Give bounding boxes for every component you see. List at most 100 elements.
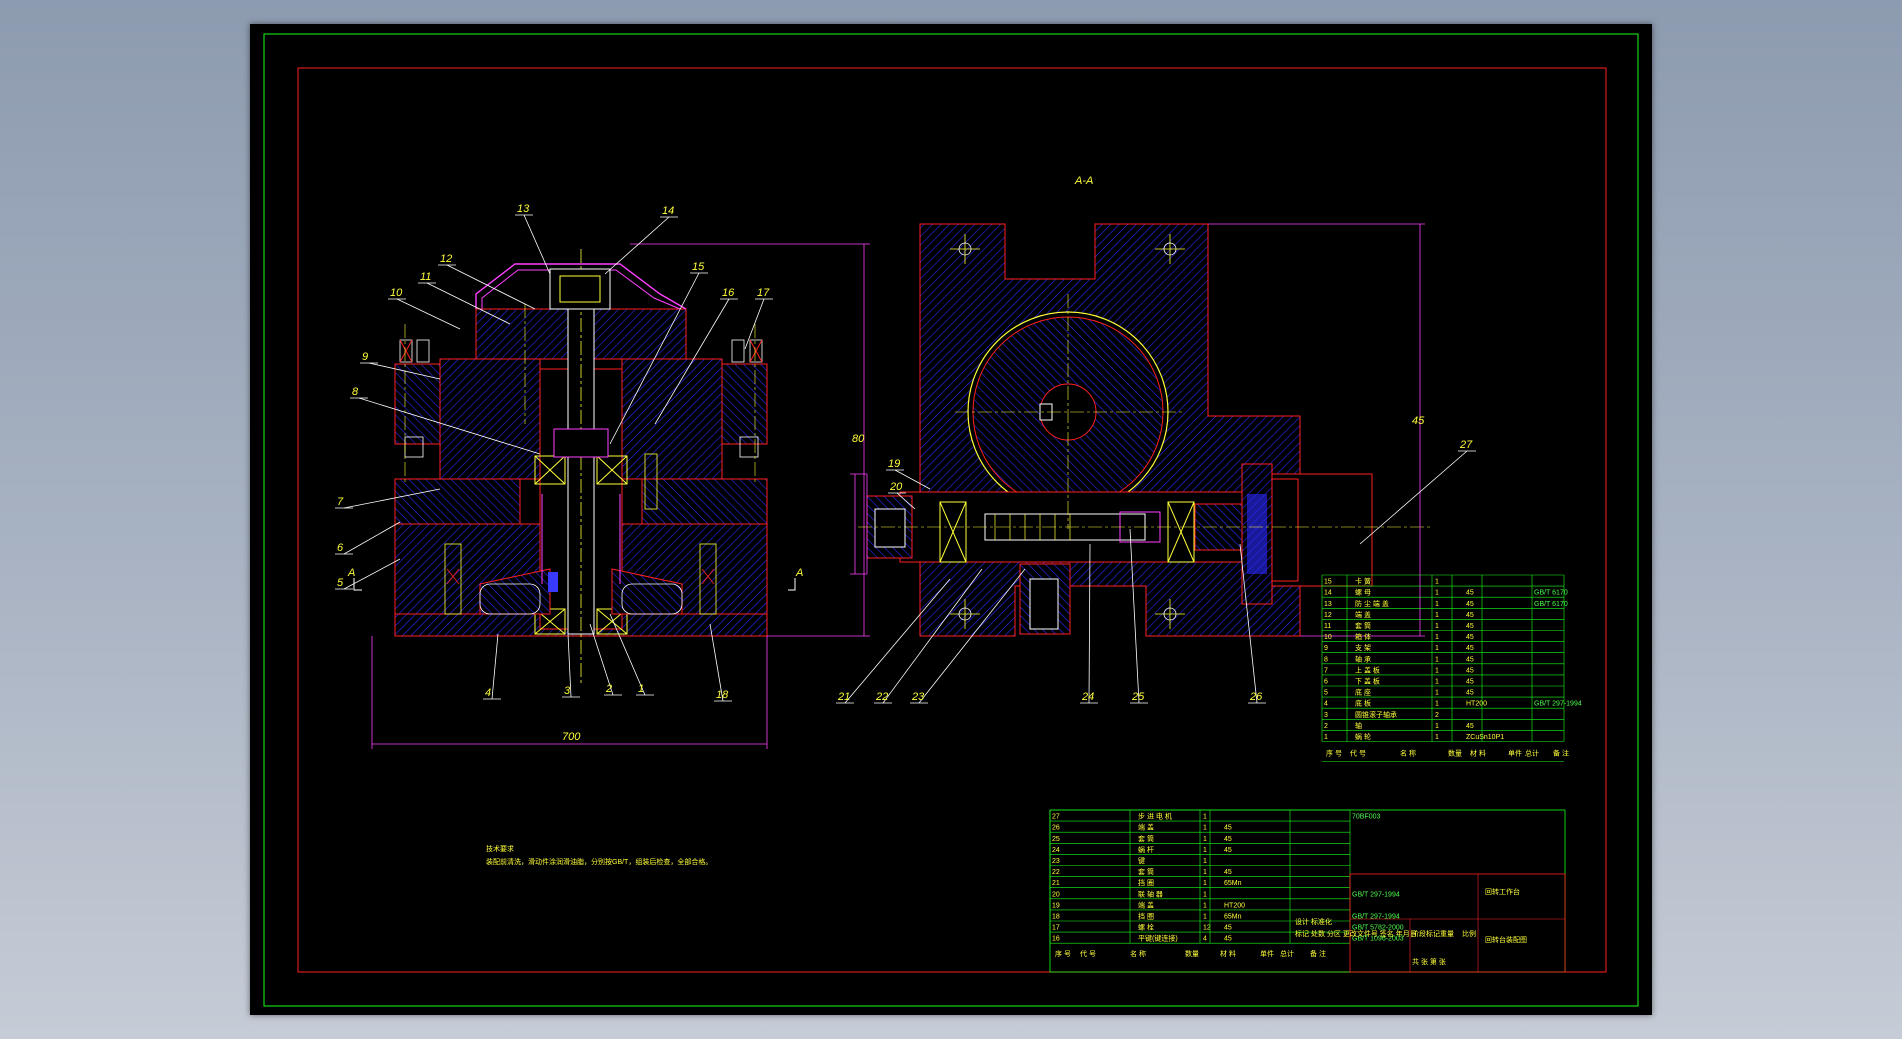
bom-upper-cell: 45 bbox=[1466, 679, 1474, 686]
bom-lower-cell: 19 bbox=[1052, 902, 1060, 909]
bom-lower-cell: 1 bbox=[1203, 891, 1207, 898]
bom-lower-cell: 步 进 电 机 bbox=[1138, 812, 1172, 821]
bom-lower-cell: 45 bbox=[1224, 925, 1232, 932]
bom-lower-cell: 端 盖 bbox=[1138, 900, 1154, 909]
bom-upper-header: 总计 bbox=[1525, 749, 1539, 758]
bom-upper-cell: 防 尘 端 盖 bbox=[1355, 599, 1389, 608]
right-part-label-27: 27 bbox=[1459, 439, 1473, 451]
bom-lower-cell: 套 筒 bbox=[1138, 834, 1154, 843]
bom-upper-cell: 2 bbox=[1324, 723, 1328, 730]
bom-upper-header: 序 号 bbox=[1326, 749, 1342, 758]
left-leader-13 bbox=[523, 214, 551, 275]
bom-lower-header: 备 注 bbox=[1310, 949, 1326, 958]
bom-lower-cell: 70BF003 bbox=[1352, 814, 1381, 821]
left-part-label-14: 14 bbox=[662, 205, 674, 217]
bom-lower-cell: 45 bbox=[1224, 825, 1232, 832]
bom-upper-cell: 1 bbox=[1435, 612, 1439, 619]
right-leader-21 bbox=[844, 578, 951, 704]
bom-lower-cell: 1 bbox=[1203, 880, 1207, 887]
bom-lower-cell: 16 bbox=[1052, 936, 1060, 943]
dim-height-left: 80 bbox=[852, 433, 865, 445]
left-part-label-12: 12 bbox=[440, 253, 452, 265]
bom-lower-cell: 65Mn bbox=[1224, 914, 1242, 921]
notes-title: 技术要求 bbox=[486, 844, 514, 853]
section-mark-right: A bbox=[795, 567, 803, 579]
bom-lower-cell: 蜗 杆 bbox=[1138, 845, 1154, 854]
left-leader-4 bbox=[491, 633, 499, 700]
left-part-label-4: 4 bbox=[485, 687, 491, 699]
title-block-text: 重量 bbox=[1440, 930, 1454, 938]
bom-lower-cell: 22 bbox=[1052, 869, 1060, 876]
bom-upper-cell: 蜗 轮 bbox=[1355, 732, 1371, 741]
bom-upper-cell: 1 bbox=[1435, 601, 1439, 608]
bom-lower-cell: 1 bbox=[1203, 902, 1207, 909]
bill-of-materials: 15 卡 簧 114 螺 母 1 45 GB/T 617013 防 尘 端 盖 1 45 GB/T … bbox=[1049, 574, 1582, 973]
bom-lower-cell: 21 bbox=[1052, 880, 1060, 887]
bom-lower-cell: 端 盖 bbox=[1138, 823, 1154, 832]
bom-lower-cell: GB/T 297-1994 bbox=[1352, 891, 1400, 898]
bom-lower-header: 单件 bbox=[1260, 949, 1274, 958]
bom-upper-cell: HT200 bbox=[1466, 701, 1487, 708]
bom-lower-cell: 联 轴 器 bbox=[1138, 889, 1163, 898]
bom-upper-cell: 1 bbox=[1435, 645, 1439, 652]
left-leader-6 bbox=[343, 521, 401, 555]
bom-lower-cell: 1 bbox=[1203, 914, 1207, 921]
bom-upper-cell: 11 bbox=[1324, 623, 1331, 630]
bom-upper-cell: GB/T 6170 bbox=[1534, 590, 1568, 597]
bom-upper-cell: 45 bbox=[1466, 601, 1474, 608]
bom-upper-cell: 圆锥滚子轴承 bbox=[1355, 710, 1397, 719]
right-part-label-20: 20 bbox=[889, 481, 903, 493]
bom-upper-cell: 45 bbox=[1466, 690, 1474, 697]
left-part-label-10: 10 bbox=[390, 287, 403, 299]
left-part-label-8: 8 bbox=[352, 386, 359, 398]
left-part-label-2: 2 bbox=[605, 683, 612, 695]
bom-upper-cell: 底 座 bbox=[1355, 688, 1371, 697]
bom-lower-cell: 27 bbox=[1052, 814, 1060, 821]
left-part-label-3: 3 bbox=[564, 685, 571, 697]
right-leader-27 bbox=[1359, 450, 1468, 545]
bom-upper-cell: 6 bbox=[1324, 679, 1328, 686]
left-leader-10 bbox=[396, 298, 461, 330]
bom-upper-cell: GB/T 6170 bbox=[1534, 601, 1568, 608]
notes-body: 装配前清洗，滑动件涂润滑油脂，分别按GB/T，组装后检查，全部合格。 bbox=[486, 857, 712, 866]
cad-viewport[interactable]: 1 2 3 4 5 6 7 8 9 10 11 12 13 14 15 16 17 18 19 20 21 22 23 24… bbox=[250, 24, 1652, 1015]
left-leader-14 bbox=[604, 216, 670, 275]
bom-upper-cell: 底 板 bbox=[1355, 699, 1371, 708]
bom-upper-cell: 14 bbox=[1324, 590, 1332, 597]
bom-lower-cell: 45 bbox=[1224, 869, 1232, 876]
bom-upper-cell: 45 bbox=[1466, 590, 1474, 597]
left-part-label-7: 7 bbox=[337, 496, 344, 508]
bom-upper-cell: 端 盖 bbox=[1355, 610, 1371, 619]
bom-upper-cell: 卡 簧 bbox=[1355, 577, 1371, 586]
bom-upper-cell: 13 bbox=[1324, 601, 1332, 608]
left-leader-11 bbox=[426, 282, 511, 325]
dim-bottom-width: 700 bbox=[562, 731, 581, 743]
bom-lower-header: 数量 bbox=[1185, 949, 1199, 958]
title-block-text: 标记 处数 分区 更改文件号 签名 年月日 bbox=[1295, 929, 1417, 938]
left-part-label-1: 1 bbox=[638, 683, 644, 695]
bom-lower-cell: 1 bbox=[1203, 825, 1207, 832]
bom-lower-cell: 1 bbox=[1203, 858, 1207, 865]
bom-upper-cell: 1 bbox=[1435, 634, 1439, 641]
bom-lower-cell: 1 bbox=[1203, 847, 1207, 854]
bom-upper-cell: GB/T 297-1994 bbox=[1534, 701, 1582, 708]
bom-upper-cell: 45 bbox=[1466, 723, 1474, 730]
bom-lower-cell: GB/T 297-1994 bbox=[1352, 914, 1400, 921]
right-part-label-24: 24 bbox=[1081, 691, 1094, 703]
dim-height-right: 45 bbox=[1412, 415, 1425, 427]
bom-upper-cell: 1 bbox=[1435, 723, 1439, 730]
technical-notes: 技术要求 装配前清洗，滑动件涂润滑油脂，分别按GB/T，组装后检查，全部合格。 bbox=[486, 844, 712, 866]
bom-lower-cell: 25 bbox=[1052, 836, 1060, 843]
bom-upper-cell: 1 bbox=[1435, 690, 1439, 697]
left-part-label-5: 5 bbox=[337, 577, 344, 589]
title-block-text: 回转台装配图 bbox=[1485, 935, 1527, 944]
bom-upper-cell: 7 bbox=[1324, 667, 1328, 674]
left-part-label-15: 15 bbox=[692, 261, 705, 273]
left-section-view bbox=[353, 243, 870, 749]
bom-lower-cell: HT200 bbox=[1224, 902, 1245, 909]
bom-lower-header: 序 号 bbox=[1055, 949, 1071, 958]
section-title: A-A bbox=[1074, 175, 1093, 187]
title-block-text: 共 张 第 张 bbox=[1412, 957, 1446, 966]
bom-upper-cell: 螺 母 bbox=[1355, 588, 1371, 597]
bom-lower-cell: 45 bbox=[1224, 836, 1232, 843]
